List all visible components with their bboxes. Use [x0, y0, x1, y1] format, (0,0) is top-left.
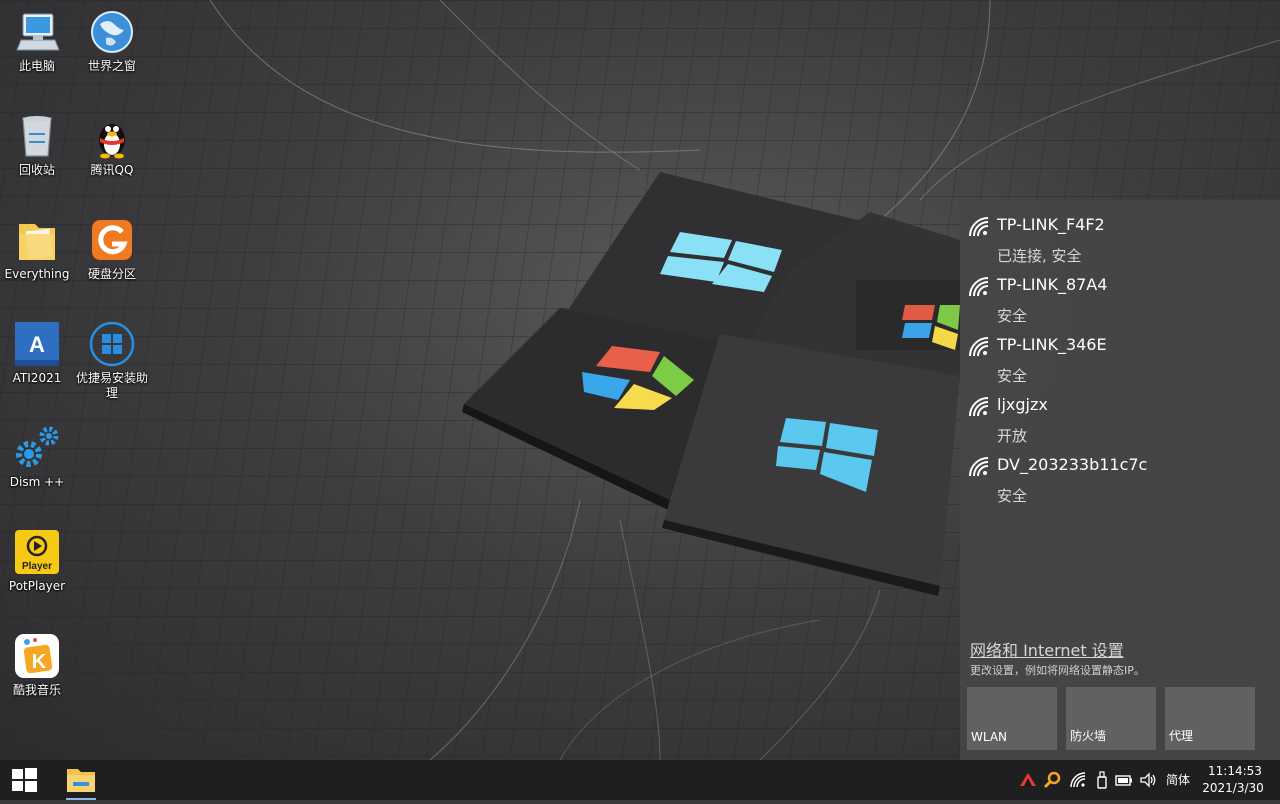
battery-icon[interactable]	[1114, 770, 1134, 790]
file-explorer-button[interactable]	[58, 760, 104, 800]
desktop-icon-recycle-bin[interactable]: 回收站	[0, 112, 74, 178]
desktop-icon-ati2021[interactable]: A ATI2021	[0, 320, 74, 386]
network-ssid: TP-LINK_F4F2	[997, 215, 1105, 234]
usb-icon[interactable]	[1092, 770, 1112, 790]
wifi-signal-icon	[969, 397, 989, 417]
everything-folder-icon	[13, 216, 61, 264]
potplayer-icon: Player	[13, 528, 61, 576]
wifi-icon[interactable]	[1068, 770, 1088, 790]
desktop-icon-label: Dism ++	[9, 475, 65, 489]
wifi-network-item[interactable]: TP-LINK_87A4 安全	[960, 260, 1280, 325]
clock-date[interactable]: 2021/3/30	[1200, 781, 1266, 795]
wifi-network-item[interactable]: TP-LINK_346E 安全	[960, 320, 1280, 385]
desktop-icon-label: Everything	[4, 267, 70, 281]
desktop-icon-label: PotPlayer	[8, 579, 66, 593]
network-ssid: DV_203233b11c7c	[997, 455, 1148, 474]
svg-text:Player: Player	[22, 561, 52, 572]
wifi-network-item[interactable]: TP-LINK_F4F2 已连接, 安全	[960, 200, 1280, 265]
network-status: 安全	[997, 487, 1028, 505]
wifi-signal-icon	[969, 277, 989, 297]
taskbar: 简体 11:14:53 2021/3/30	[0, 760, 1280, 800]
desktop-icon-theworld-browser[interactable]: 世界之窗	[75, 8, 149, 74]
kuwo-music-icon: K	[13, 632, 61, 680]
quick-action-label: 代理	[1169, 729, 1194, 743]
network-ssid: ljxgjzx	[997, 395, 1048, 414]
desktop-icon-installer-assistant[interactable]: 优捷易安装助理	[75, 320, 149, 401]
desktop-icon-potplayer[interactable]: Player PotPlayer	[0, 528, 74, 594]
desktop-icon-label: 腾讯QQ	[90, 163, 134, 177]
gears-icon	[13, 424, 61, 472]
network-ssid: TP-LINK_346E	[997, 335, 1107, 354]
desktop-icon-label: 优捷易安装助理	[75, 371, 148, 400]
acronis-icon: A	[13, 320, 61, 368]
windows-start-icon	[12, 768, 37, 792]
diskgenius-icon	[88, 216, 136, 264]
qq-penguin-icon	[88, 112, 136, 160]
proxy-button[interactable]: 代理	[1165, 687, 1255, 750]
globe-icon	[88, 8, 136, 56]
svg-text:K: K	[32, 651, 47, 673]
wifi-signal-icon	[969, 217, 989, 237]
desktop-icon-label: 世界之窗	[87, 59, 136, 73]
search-magnifier-icon[interactable]	[1042, 770, 1062, 790]
desktop-icon-label: ATI2021	[12, 371, 62, 385]
desktop-icon-label: 硬盘分区	[87, 267, 136, 281]
network-ssid: TP-LINK_87A4	[997, 275, 1108, 294]
wlan-toggle-button[interactable]: WLAN	[967, 687, 1057, 750]
clock-time[interactable]: 11:14:53	[1208, 764, 1262, 778]
svg-text:A: A	[29, 332, 45, 357]
network-settings-description: 更改设置，例如将网络设置静态IP。	[970, 664, 1145, 677]
desktop: 此电脑 世界之窗 回收站 腾讯QQ Everything 硬盘分区 A ATI2…	[0, 0, 1280, 760]
desktop-icon-label: 此电脑	[18, 59, 55, 73]
desktop-icon-label: 回收站	[18, 163, 55, 177]
desktop-icon-kuwo-music[interactable]: K 酷我音乐	[0, 632, 74, 698]
desktop-icon-everything[interactable]: Everything	[0, 216, 74, 282]
start-button[interactable]	[0, 760, 48, 800]
desktop-icon-this-pc[interactable]: 此电脑	[0, 8, 74, 74]
wifi-signal-icon	[969, 337, 989, 357]
desktop-icon-qq[interactable]: 腾讯QQ	[75, 112, 149, 178]
network-internet-settings-link[interactable]: 网络和 Internet 设置	[970, 637, 1124, 661]
desktop-icon-dism[interactable]: Dism ++	[0, 424, 74, 490]
firewall-button[interactable]: 防火墙	[1066, 687, 1156, 750]
wifi-network-item[interactable]: DV_203233b11c7c 安全	[960, 440, 1280, 505]
wifi-network-item[interactable]: ljxgjzx 开放	[960, 380, 1280, 445]
ime-language-indicator[interactable]: 简体	[1166, 771, 1190, 788]
desktop-icon-diskgenius[interactable]: 硬盘分区	[75, 216, 149, 282]
network-up-arrow-icon[interactable]	[1018, 770, 1038, 790]
folder-icon	[67, 769, 95, 792]
quick-action-label: 防火墙	[1070, 729, 1107, 743]
volume-icon[interactable]	[1138, 770, 1158, 790]
quick-action-label: WLAN	[971, 730, 1008, 744]
windows-logo-icon	[88, 320, 136, 368]
desktop-icon-label: 酷我音乐	[12, 683, 61, 697]
wifi-signal-icon	[969, 457, 989, 477]
network-flyout: TP-LINK_F4F2 已连接, 安全 TP-LINK_87A4 安全 TP-…	[960, 200, 1280, 760]
recycle-bin-icon	[13, 112, 61, 160]
computer-icon	[13, 8, 61, 56]
